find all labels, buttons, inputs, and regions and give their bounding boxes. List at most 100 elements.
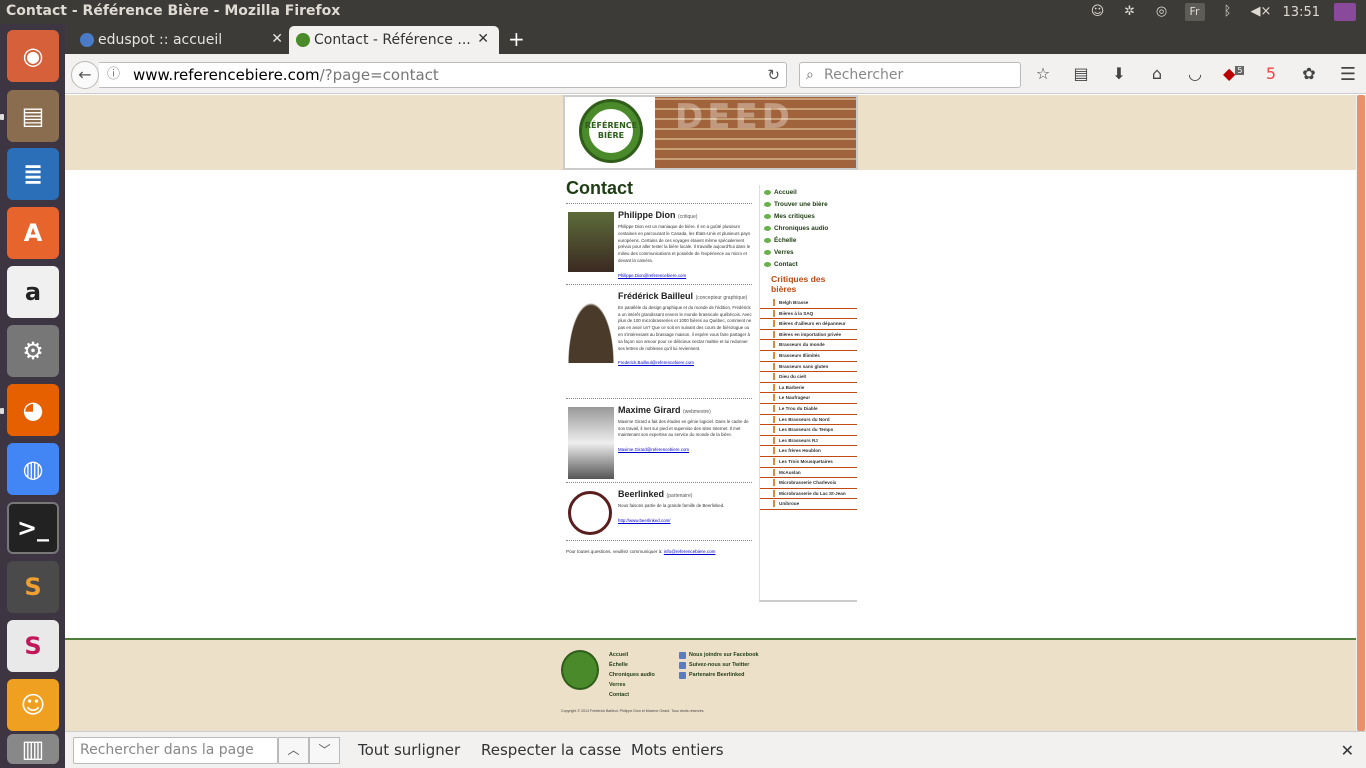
url-host: www.referencebiere.com — [133, 66, 320, 84]
wifi-icon[interactable]: ◎ — [1153, 4, 1171, 20]
footer-social-link[interactable]: Nous joindre sur Facebook — [679, 652, 759, 662]
reading-list-icon[interactable]: ▤ — [1071, 64, 1091, 83]
site-info-icon[interactable]: ⓘ — [107, 63, 120, 87]
files-icon[interactable]: ▤ — [7, 90, 59, 142]
highlight-all-toggle[interactable]: Tout surligner — [358, 741, 460, 759]
trash-icon[interactable]: ▥ — [7, 734, 59, 764]
tab-eduspot[interactable]: eduspot :: accueil ✕ — [73, 26, 293, 54]
footer-social-link[interactable]: Suivez-nous sur Twitter — [679, 662, 759, 672]
new-tab-icon[interactable]: + — [508, 29, 525, 49]
close-tab-icon[interactable]: ✕ — [271, 31, 283, 47]
sidebar-nav-item[interactable]: Échelle — [764, 235, 857, 247]
volume-icon[interactable]: ◀× — [1251, 4, 1272, 20]
terminal-icon[interactable]: >_ — [7, 502, 59, 554]
menu-icon[interactable]: ☰ — [1340, 64, 1356, 85]
reload-icon[interactable]: ↻ — [767, 63, 780, 87]
person-email-link[interactable]: Frederick.Bailleul@referencebiere.com — [618, 360, 752, 365]
back-button[interactable]: ← — [71, 61, 99, 89]
ubuntu-dash-icon[interactable]: ◉ — [7, 30, 59, 82]
slack-tray-icon[interactable]: ✲ — [1121, 4, 1139, 20]
clock[interactable]: 13:51 — [1283, 5, 1320, 20]
brewer-link[interactable]: Microbrasserie Charlevoix — [760, 478, 857, 489]
pocket-icon[interactable]: ◡ — [1185, 64, 1205, 83]
footer-link[interactable]: Contact — [609, 692, 655, 702]
close-tab-icon[interactable]: ✕ — [477, 31, 489, 47]
brewer-link[interactable]: Unibroue — [760, 499, 857, 510]
discord-icon[interactable]: ☺ — [7, 679, 59, 731]
brewer-link[interactable]: Brasseurs du monde — [760, 340, 857, 351]
find-previous-button[interactable]: ︿ — [278, 737, 309, 764]
url-bar[interactable]: ⓘ www.referencebiere.com/?page=contact ↻ — [99, 62, 787, 88]
search-input[interactable]: ⌕ Rechercher — [799, 62, 1021, 88]
site-logo[interactable]: RÉFÉRENCE BIÈRE — [579, 99, 643, 163]
slack-icon[interactable]: S — [7, 620, 59, 672]
person-email-link[interactable]: Maxime.Girard@referencebiere.com — [618, 447, 752, 452]
find-in-page-input[interactable]: Rechercher dans la page — [73, 737, 278, 764]
chrome-icon[interactable]: ◍ — [7, 443, 59, 495]
sidebar-nav-item[interactable]: Mes critiques — [764, 211, 857, 223]
keyboard-layout-indicator[interactable]: Fr — [1184, 3, 1205, 21]
settings-icon[interactable]: ⚙ — [7, 325, 59, 377]
person-bio: En parallèle du design graphique et du m… — [618, 304, 752, 351]
scrollbar-thumb[interactable] — [1357, 95, 1365, 731]
brewer-link[interactable]: Microbrasserie du Lac St-Jean — [760, 489, 857, 500]
site-header: RÉFÉRENCE BIÈRE DEED — [563, 95, 858, 170]
sidebar-nav-item[interactable]: Chroniques audio — [764, 223, 857, 235]
beerlinked-logo[interactable] — [568, 490, 612, 535]
page-scrollbar[interactable] — [1356, 95, 1366, 731]
info-email-link[interactable]: info@referencebiere.com — [664, 549, 716, 554]
footer-social-link[interactable]: Partenaire Beerlinked — [679, 672, 759, 682]
match-case-toggle[interactable]: Respecter la casse — [481, 741, 621, 759]
brewer-link[interactable]: Dieu du ciel! — [760, 372, 857, 383]
writer-icon[interactable]: ≣ — [7, 148, 59, 200]
footer-link[interactable]: Accueil — [609, 652, 655, 662]
brewer-link[interactable]: Les Trois Mousquetaires — [760, 457, 857, 468]
sidebar-nav-item[interactable]: Verres — [764, 247, 857, 259]
tab-contact[interactable]: Contact - Référence ... ✕ — [289, 26, 499, 54]
brewer-link[interactable]: La Barberie — [760, 383, 857, 394]
sublime-text-icon[interactable]: S — [7, 561, 59, 613]
close-find-bar-icon[interactable]: ✕ — [1341, 741, 1354, 760]
power-menu-icon[interactable] — [1334, 3, 1356, 21]
page-viewport: RÉFÉRENCE BIÈRE DEED Contact Philippe Di… — [65, 95, 1356, 731]
tab-strip: eduspot :: accueil ✕ Contact - Référence… — [65, 24, 1366, 54]
brewer-link[interactable]: Bières en importation privée — [760, 330, 857, 341]
person-email-link[interactable]: Philippe.Dion@referencebiere.com — [618, 273, 752, 278]
software-center-icon[interactable]: A — [7, 207, 59, 259]
firefox-icon[interactable]: ◕ — [7, 384, 59, 436]
brewer-link[interactable]: Les frères Houblon — [760, 446, 857, 457]
brewer-link[interactable]: Le Trou du Diable — [760, 404, 857, 415]
footer-logo[interactable] — [561, 650, 599, 690]
download-icon[interactable]: ⬇ — [1109, 64, 1129, 83]
brewer-link[interactable]: Brasseurs sans gluten — [760, 362, 857, 373]
brewer-link[interactable]: Les Brasseurs du Temps — [760, 425, 857, 436]
contact-main: Contact Philippe Dion (critique) Philipp… — [566, 178, 752, 554]
discord-tray-icon[interactable]: ☺ — [1089, 4, 1107, 20]
sidebar-nav-item[interactable]: Trouver une bière — [764, 199, 857, 211]
bluetooth-icon[interactable]: ᛒ — [1219, 4, 1237, 20]
brewer-link[interactable]: Bières d'ailleurs en dépanneur — [760, 319, 857, 330]
footer-link[interactable]: Verres — [609, 682, 655, 692]
brewer-link[interactable]: Les Brasseurs du Nord — [760, 415, 857, 426]
brewer-link[interactable]: McAuslan — [760, 468, 857, 479]
home-icon[interactable]: ⌂ — [1147, 64, 1167, 83]
brewer-link[interactable]: Les Brasseurs RJ — [760, 436, 857, 447]
brewer-link[interactable]: Belgh Brasse — [760, 298, 857, 309]
partner-link[interactable]: http://www.beerlinked.com/ — [618, 518, 752, 523]
html5-icon[interactable]: 5 — [1261, 64, 1281, 83]
contact-card: Frédérick Bailleul (concepteur graphique… — [566, 283, 752, 398]
find-next-button[interactable]: ﹀ — [309, 737, 340, 764]
footer-link[interactable]: Chroniques audio — [609, 672, 655, 682]
brewer-link[interactable]: Le Naufrageur — [760, 393, 857, 404]
whole-words-toggle[interactable]: Mots entiers — [631, 741, 724, 759]
extension-icon[interactable]: ✿ — [1299, 64, 1319, 83]
sidebar-nav-item[interactable]: Accueil — [764, 187, 857, 199]
amazon-icon[interactable]: a — [7, 266, 59, 318]
bookmark-star-icon[interactable]: ☆ — [1033, 64, 1053, 83]
brewer-link[interactable]: Bières à la SAQ — [760, 309, 857, 320]
footer-link[interactable]: Échelle — [609, 662, 655, 672]
copyright: Copyright © 2013 Frédérick Bailleul, Phi… — [561, 709, 705, 713]
brewer-link[interactable]: Brasseurs Illimités — [760, 351, 857, 362]
sidebar-nav-item[interactable]: Contact — [764, 259, 857, 271]
ublock-icon[interactable]: ◆ 5 — [1223, 64, 1245, 83]
